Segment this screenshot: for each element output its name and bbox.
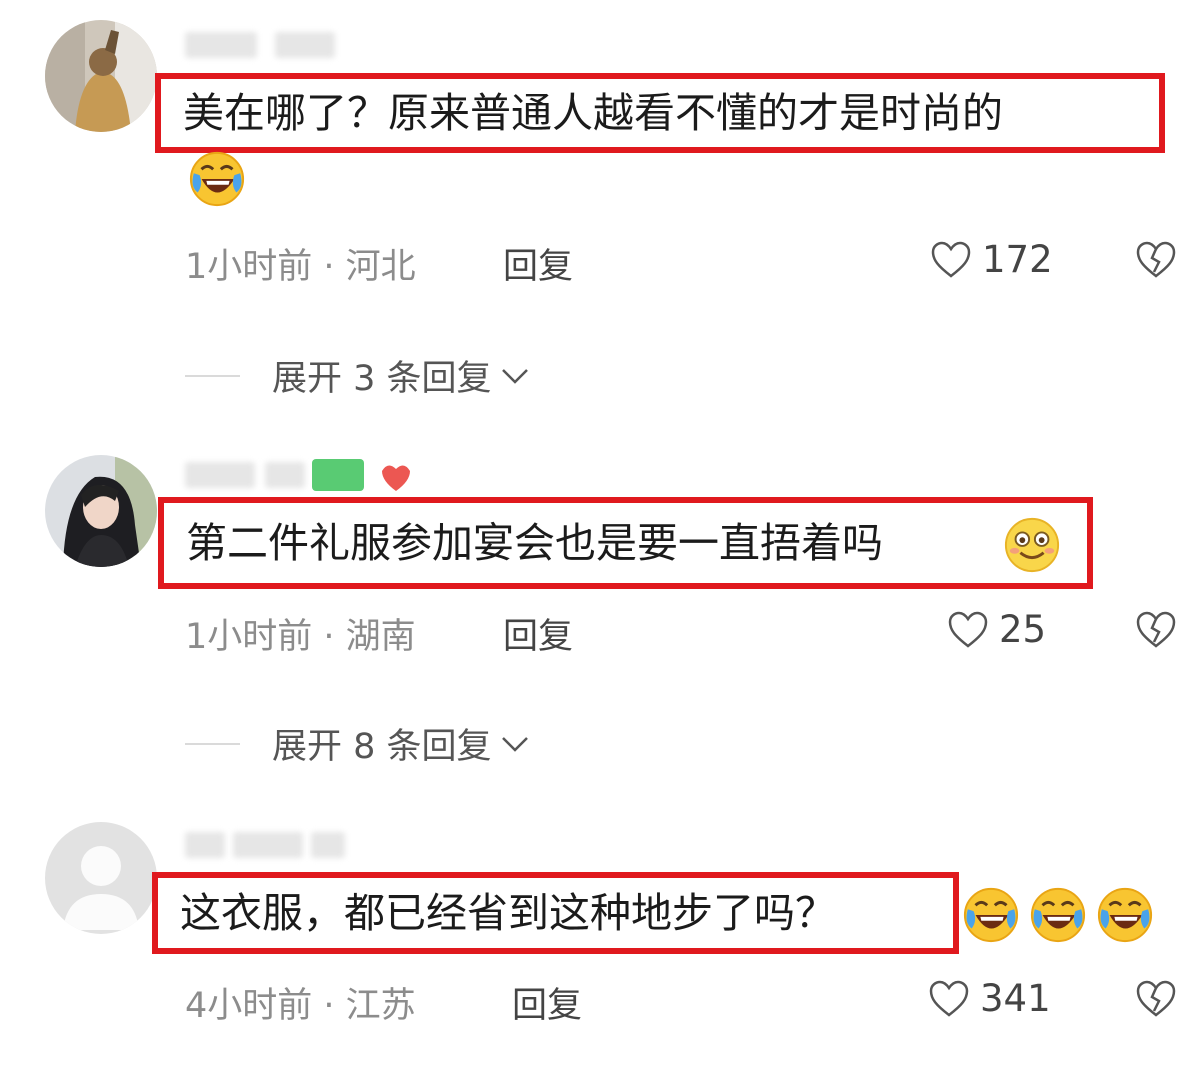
avatar[interactable] (45, 822, 157, 934)
username-blurred[interactable] (185, 28, 345, 58)
comment-location: 湖南 (345, 617, 416, 657)
like-count: 25 (999, 608, 1047, 651)
like-count: 172 (982, 238, 1053, 281)
comment-text: 这衣服，都已经省到这种地步了吗？ (180, 888, 836, 937)
reply-button[interactable]: 回复 (503, 238, 573, 289)
comment-text-highlighted: 第二件礼服参加宴会也是要一直捂着吗 (158, 497, 1093, 589)
comment-location: 河北 (345, 247, 416, 287)
divider (185, 374, 240, 377)
meta-separator: · (312, 247, 346, 287)
heart-outline-icon (929, 980, 969, 1017)
comment-text: 美在哪了？原来普通人越看不懂的才是时尚的 (183, 88, 1003, 137)
smile-emoji-icon (1003, 516, 1061, 574)
username-blurred[interactable] (185, 828, 350, 858)
laugh-cry-emoji-icon (1096, 886, 1154, 944)
heart-outline-icon (948, 611, 988, 648)
broken-heart-icon[interactable] (1135, 240, 1177, 280)
comment-meta: 1小时前 · 河北 (185, 238, 416, 289)
avatar[interactable] (45, 455, 157, 567)
like-count: 341 (980, 977, 1051, 1020)
like-button[interactable]: 172 (930, 238, 1053, 281)
comment-meta: 1小时前 · 湖南 (185, 608, 416, 659)
broken-heart-icon[interactable] (1135, 610, 1177, 650)
comment-time: 1小时前 (185, 617, 313, 657)
like-button[interactable]: 341 (928, 977, 1051, 1020)
laugh-cry-emoji-icon (962, 886, 1020, 944)
comment-meta: 4小时前 · 江苏 (185, 977, 416, 1028)
reply-button[interactable]: 回复 (512, 977, 582, 1028)
expand-replies-button[interactable]: 展开 3 条回复 (185, 350, 530, 401)
heart-outline-icon (931, 241, 971, 278)
comment-text-highlighted: 这衣服，都已经省到这种地步了吗？ (152, 872, 959, 954)
comment-text-highlighted: 美在哪了？原来普通人越看不懂的才是时尚的 (155, 73, 1165, 153)
user-badges (312, 455, 422, 495)
expand-replies-label: 展开 8 条回复 (272, 727, 492, 767)
expand-replies-button[interactable]: 展开 8 条回复 (185, 718, 530, 769)
comment-time: 4小时前 (185, 986, 313, 1026)
expand-replies-label: 展开 3 条回复 (272, 359, 492, 399)
chevron-down-icon (501, 368, 528, 384)
meta-separator: · (312, 986, 346, 1026)
comment-text: 第二件礼服参加宴会也是要一直捂着吗 (186, 518, 883, 567)
chevron-down-icon (501, 736, 528, 752)
avatar[interactable] (45, 20, 157, 132)
divider (185, 742, 240, 745)
meta-separator: · (312, 617, 346, 657)
like-button[interactable]: 25 (947, 608, 1046, 651)
comment-location: 江苏 (345, 986, 416, 1026)
laugh-cry-emoji-icon (188, 150, 246, 208)
broken-heart-icon[interactable] (1135, 979, 1177, 1019)
comment-time: 1小时前 (185, 247, 313, 287)
laugh-cry-emoji-icon (1029, 886, 1087, 944)
reply-button[interactable]: 回复 (503, 608, 573, 659)
